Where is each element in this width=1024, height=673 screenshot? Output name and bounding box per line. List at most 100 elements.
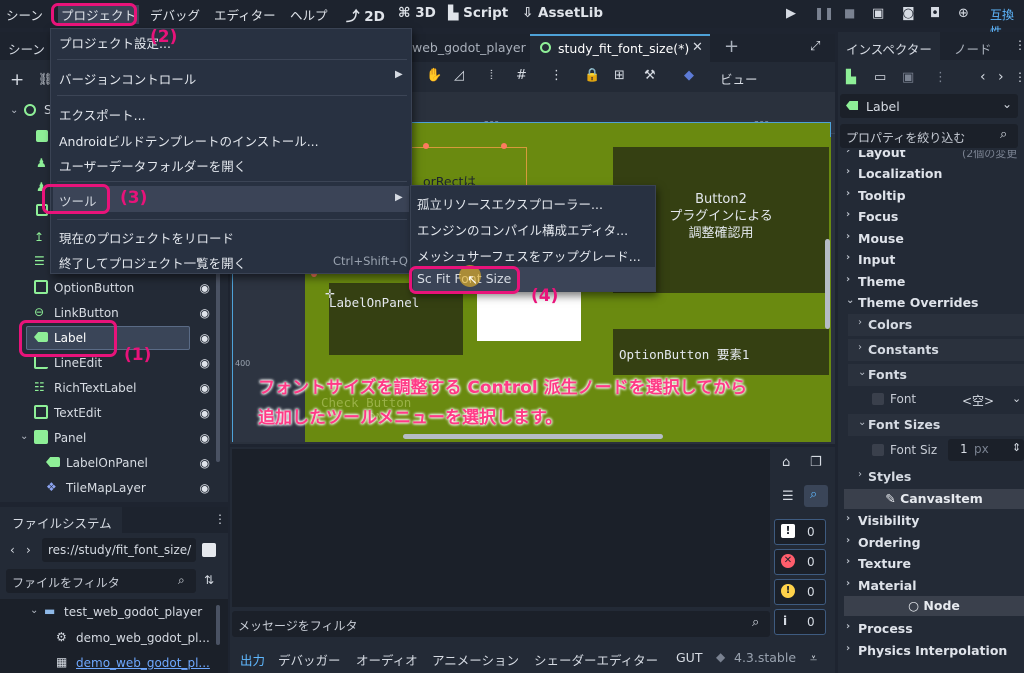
menu-item-open-user-data[interactable]: ユーザーデータフォルダーを開く — [59, 156, 246, 175]
root-expand-icon[interactable]: ⌄ — [10, 105, 18, 116]
clear-output-icon[interactable]: ⌂ — [782, 455, 790, 470]
section-material[interactable]: › Material — [838, 575, 1024, 596]
category-canvasitem[interactable]: ✎ CanvasItem — [844, 489, 1024, 509]
tab-gut[interactable]: GUT — [676, 650, 702, 665]
message-filter-input[interactable]: メッセージをフィルタ ⌕ — [232, 611, 770, 637]
history-back-icon[interactable]: ‹ — [980, 69, 986, 85]
override-checkbox[interactable] — [872, 393, 884, 405]
section-localization[interactable]: › Localization — [838, 163, 1024, 184]
tab-study-fit-font-size[interactable]: study_fit_font_size(*) ✕ — [530, 34, 710, 62]
tab-filesystem[interactable]: ファイルシステム — [0, 507, 122, 533]
file-item[interactable]: test_web_godot_player — [64, 605, 202, 619]
file-tree-scrollbar[interactable] — [216, 605, 220, 645]
section-focus[interactable]: › Focus — [838, 206, 1024, 227]
movie-maker-icon[interactable]: ⊕ — [958, 6, 969, 21]
menu-item-quit-to-project-list[interactable]: 終了してプロジェクト一覧を開く — [59, 253, 246, 272]
subsection-colors[interactable]: › Colors — [848, 314, 1024, 336]
visibility-eye-icon[interactable]: ◉ — [200, 431, 210, 445]
expand-chevron-icon[interactable]: ⌄ — [30, 605, 38, 616]
mode-2d-button[interactable]: ⤴ 2D — [346, 5, 385, 25]
close-tab-icon[interactable]: ✕ — [692, 40, 703, 55]
history-icon[interactable]: ⋮ — [1014, 70, 1024, 84]
property-filter-input[interactable]: プロパティを絞り込む ⌕ — [840, 124, 1018, 148]
tab-output[interactable]: 出力 — [240, 650, 265, 669]
visibility-eye-icon[interactable]: ◉ — [200, 306, 210, 320]
dock-menu-icon[interactable]: ⋮ — [214, 512, 226, 526]
font-property-value[interactable]: <空> — [962, 392, 994, 409]
tab-scene[interactable]: シーン — [8, 39, 45, 58]
toggle-split-icon[interactable] — [202, 543, 216, 557]
font-size-spinbox[interactable]: 1 px ⇕ — [948, 439, 1024, 461]
output-log[interactable] — [232, 449, 770, 607]
smart-snap-icon[interactable]: ⦙ — [490, 68, 493, 83]
subsection-fonts[interactable]: ⌄ Fonts — [848, 364, 1024, 386]
section-process[interactable]: › Process — [838, 618, 1024, 639]
tab-shader-editor[interactable]: シェーダーエディター — [534, 650, 658, 669]
file-filter-input[interactable]: ファイルをフィルタ ⌕ — [6, 569, 196, 593]
view-menu[interactable]: ビュー — [720, 69, 758, 88]
new-tab-icon[interactable]: + — [724, 36, 739, 57]
copy-output-icon[interactable]: ❐ — [810, 455, 822, 470]
menu-item-orphan-resource-explorer[interactable]: 孤立リソースエクスプローラー... — [417, 194, 603, 213]
group-icon[interactable]: ⊞ — [614, 68, 625, 83]
menu-editor[interactable]: エディター — [214, 5, 276, 24]
pin-panel-icon[interactable]: ⩡ — [810, 650, 817, 666]
tree-item-panel[interactable]: ⌄ Panel ◉ — [0, 426, 220, 450]
path-field[interactable]: res://study/fit_font_size/ — [42, 538, 196, 562]
visibility-eye-icon[interactable]: ◉ — [200, 381, 210, 395]
stop-icon[interactable]: ■ — [844, 6, 855, 20]
menu-item-version-control[interactable]: バージョンコントロール — [59, 69, 196, 88]
section-texture[interactable]: › Texture — [838, 553, 1024, 574]
bone-icon[interactable]: ⚒ — [644, 68, 656, 83]
menu-debug[interactable]: デバッグ — [150, 5, 200, 24]
section-input[interactable]: › Input — [838, 249, 1024, 270]
mode-3d-button[interactable]: ⌘ 3D — [398, 5, 436, 21]
menu-help[interactable]: ヘルプ — [290, 5, 328, 24]
mode-assetlib-button[interactable]: ⇩ AssetLib — [522, 5, 603, 21]
extra-options-icon[interactable]: ⋮ — [934, 70, 947, 85]
menu-item-engine-build-profile[interactable]: エンジンのコンパイル構成エディタ... — [417, 220, 628, 239]
visibility-eye-icon[interactable]: ◉ — [200, 481, 210, 495]
tab-debugger[interactable]: デバッガー — [278, 650, 341, 669]
mode-script-button[interactable]: ▙ Script — [448, 5, 508, 21]
tree-item-option-button[interactable]: OptionButton ◉ — [0, 276, 220, 300]
run-current-scene-icon[interactable]: ◙ — [902, 6, 915, 21]
transform-handle[interactable] — [423, 143, 429, 149]
spin-arrows-icon[interactable]: ⇕ — [1012, 441, 1021, 454]
save-resource-icon[interactable]: ▣ — [902, 70, 914, 85]
property-font[interactable]: Font <空> ⌄ — [848, 388, 1024, 410]
tab-web-godot-player[interactable]: web_godot_player — [412, 40, 526, 55]
lock-icon[interactable]: 🔒 — [584, 68, 600, 83]
toggle-search-icon[interactable]: ☰ — [782, 489, 794, 504]
menu-item-export[interactable]: エクスポート... — [59, 105, 146, 124]
file-item[interactable]: demo_web_godot_pl... — [76, 631, 210, 645]
log-info-filter[interactable]: i 0 — [774, 609, 826, 635]
load-resource-icon[interactable]: ▭ — [874, 70, 886, 85]
run-custom-scene-icon[interactable]: ◘ — [930, 6, 940, 21]
property-font-size[interactable]: Font Siz 1 px ⇕ — [848, 438, 1024, 462]
sort-icon[interactable]: ⇅ — [204, 573, 214, 587]
ruler-tool-icon[interactable]: ◿ — [454, 68, 464, 83]
canvas-item-icon[interactable]: ◆ — [684, 68, 694, 83]
search-toggle-button[interactable]: ⌕ — [804, 485, 828, 507]
expand-chevron-icon[interactable]: ⌄ — [20, 431, 28, 442]
section-physics-interpolation[interactable]: › Physics Interpolation — [838, 640, 1024, 661]
node-type-selector[interactable]: Label ⌄ — [840, 94, 1018, 118]
snap-options-icon[interactable]: ⋮ — [550, 68, 563, 83]
subsection-font-sizes[interactable]: ⌄ Font Sizes — [848, 414, 1024, 436]
visibility-eye-icon[interactable]: ◉ — [200, 406, 210, 420]
section-visibility[interactable]: › Visibility — [838, 510, 1024, 531]
subsection-constants[interactable]: › Constants — [848, 339, 1024, 361]
menu-item-install-android-template[interactable]: Androidビルドテンプレートのインストール... — [59, 131, 319, 150]
subsection-styles[interactable]: › Styles — [848, 466, 1024, 488]
distraction-free-icon[interactable]: ⤢ — [810, 39, 820, 54]
dock-menu-icon[interactable]: ⋮ — [1014, 38, 1024, 52]
menu-item-upgrade-mesh-surfaces[interactable]: メッシュサーフェスをアップグレード... — [417, 246, 641, 265]
tree-item-rich-text-label[interactable]: ☷ RichTextLabel ◉ — [0, 376, 220, 400]
horizontal-scrollbar[interactable] — [403, 434, 663, 439]
forward-icon[interactable]: › — [26, 543, 31, 557]
remote-debug-icon[interactable]: ▣ — [872, 6, 884, 21]
log-messages-filter[interactable]: ! 0 — [774, 519, 826, 545]
tree-item-label-on-panel[interactable]: LabelOnPanel ◉ — [0, 451, 220, 475]
tab-animation[interactable]: アニメーション — [432, 650, 519, 669]
